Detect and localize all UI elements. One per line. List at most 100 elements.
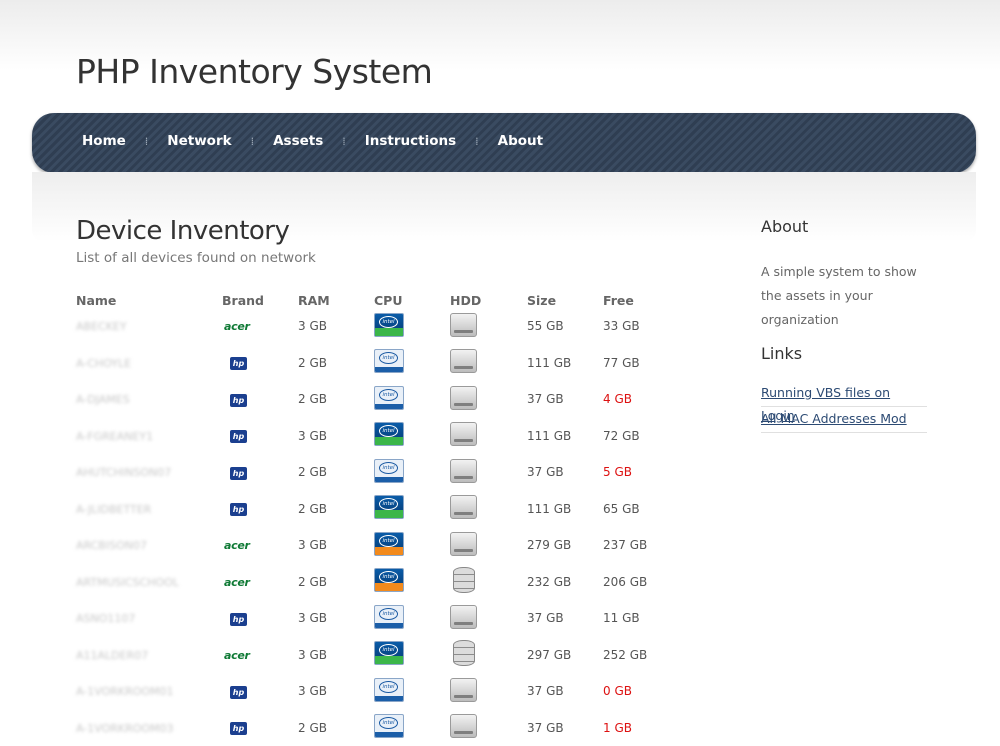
- free-cell: 11 GB: [603, 611, 640, 626]
- device-name-cell: A-CHOYLE: [76, 345, 222, 382]
- hp-logo-icon: hp: [230, 357, 247, 371]
- table-row: A-JLIDBETTER hp 2 GB intel 111 GB 65 GB: [76, 491, 673, 528]
- intel-logo-icon: intel: [379, 680, 398, 693]
- intel-logo-icon: intel: [379, 388, 398, 401]
- table-row: ARCBISON07 acer 3 GB intel 279 GB 237 GB: [76, 527, 673, 564]
- intel-pentium-icon: intel: [374, 458, 404, 483]
- site-title: PHP Inventory System: [76, 52, 433, 91]
- table-row: A-DJAMES hp 2 GB intel 37 GB 4 GB: [76, 381, 673, 418]
- hdd-cell: [450, 673, 527, 710]
- size-cell: 111 GB: [527, 355, 572, 370]
- cpu-badge-stripe: [375, 476, 403, 482]
- free-cell: 237 GB: [603, 538, 648, 553]
- device-name-cell: AHUTCHINSON07: [76, 454, 222, 491]
- hard-drive-icon: [450, 531, 477, 556]
- nav-instructions[interactable]: Instructions: [365, 133, 456, 149]
- device-name: A-1VORKROOM03: [76, 721, 174, 735]
- table-row: A11ALDER07 acer 3 GB intel 297 GB 252 GB: [76, 637, 673, 674]
- link-mac-addresses[interactable]: All MAC Addresses Mod: [761, 411, 907, 426]
- free-cell: 252 GB: [603, 647, 648, 662]
- intel-core2-icon: intel: [374, 312, 404, 337]
- intel-logo-icon: intel: [379, 315, 398, 328]
- device-name: ARCBISON07: [76, 539, 147, 553]
- ram-cell: 3 GB: [298, 428, 327, 443]
- cpu-cell: intel: [374, 600, 450, 637]
- size-cell: 37 GB: [527, 684, 564, 699]
- hp-logo-icon: hp: [230, 430, 247, 444]
- page-subtitle: List of all devices found on network: [76, 250, 316, 266]
- hard-drive-icon: [450, 677, 477, 702]
- intel-core2-icon: intel: [374, 422, 404, 447]
- hdd-cell: [450, 637, 527, 674]
- device-name: AHUTCHINSON07: [76, 466, 172, 480]
- ram-cell: 3 GB: [298, 611, 327, 626]
- page-title: Device Inventory: [76, 216, 290, 246]
- cpu-cell: intel: [374, 491, 450, 528]
- hard-drive-icon: [450, 422, 477, 447]
- hard-drive-icon: [450, 385, 477, 410]
- intel-corei3-icon: intel: [374, 531, 404, 556]
- table-row: ARTMUSICSCHOOL acer 2 GB intel 232 GB 206 GB: [76, 564, 673, 601]
- size-cell: 297 GB: [527, 647, 572, 662]
- table-row: A-FGREANEY1 hp 3 GB intel 111 GB 72 GB: [76, 418, 673, 455]
- device-name: ASNO1107: [76, 612, 136, 626]
- column-header-size: Size: [527, 292, 557, 308]
- sidebar-about-title: About: [761, 217, 809, 236]
- cpu-cell: intel: [374, 637, 450, 674]
- cpu-badge-stripe: [375, 622, 403, 628]
- intel-logo-icon: intel: [379, 425, 398, 438]
- table-header-row: Name Brand RAM CPU HDD Size Free: [76, 292, 673, 308]
- free-cell: 1 GB: [603, 720, 632, 735]
- nav-about[interactable]: About: [498, 133, 543, 149]
- size-cell: 232 GB: [527, 574, 572, 589]
- nav-home[interactable]: Home: [82, 133, 126, 149]
- cpu-cell: intel: [374, 418, 450, 455]
- hp-logo-icon: hp: [230, 722, 247, 736]
- acer-logo-icon: acer: [224, 575, 250, 589]
- device-name: A11ALDER07: [76, 648, 149, 662]
- nav-separator: ⁞: [250, 134, 255, 148]
- main-navigation: Home ⁞ Network ⁞ Assets ⁞ Instructions ⁞…: [32, 113, 976, 173]
- intel-logo-icon: intel: [379, 644, 398, 657]
- nav-separator: ⁞: [144, 134, 149, 148]
- hard-drive-icon: [450, 312, 477, 337]
- nav-assets[interactable]: Assets: [273, 133, 323, 149]
- size-cell: 37 GB: [527, 611, 564, 626]
- free-cell: 72 GB: [603, 428, 640, 443]
- ram-cell: 3 GB: [298, 319, 327, 334]
- device-name-cell: A11ALDER07: [76, 637, 222, 674]
- sidebar-about-text: A simple system to show the assets in yo…: [761, 264, 917, 327]
- cpu-badge-stripe: [375, 403, 403, 409]
- cpu-badge-stripe: [375, 546, 403, 555]
- device-name-cell: A-JLIDBETTER: [76, 491, 222, 528]
- nav-network[interactable]: Network: [167, 133, 231, 149]
- device-name: ARTMUSICSCHOOL: [76, 575, 179, 589]
- sidebar-link-item: All MAC Addresses Mod: [761, 407, 927, 433]
- cpu-cell: intel: [374, 381, 450, 418]
- device-name-cell: A-1VORKROOM01: [76, 673, 222, 710]
- brand-cell: hp: [222, 345, 298, 382]
- brand-cell: acer: [222, 527, 298, 564]
- cpu-cell: intel: [374, 308, 450, 345]
- hard-drive-icon: [450, 349, 477, 374]
- table-body: ABECKEY acer 3 GB intel 55 GB 33 GB A-CHOYLE hp…: [76, 308, 673, 746]
- hdd-cell: [450, 491, 527, 528]
- hdd-cell: [450, 381, 527, 418]
- free-cell: 77 GB: [603, 355, 640, 370]
- device-name: A-DJAMES: [76, 393, 130, 407]
- brand-cell: hp: [222, 454, 298, 491]
- intel-core2-icon: intel: [374, 641, 404, 666]
- brand-cell: acer: [222, 564, 298, 601]
- table-row: ASNO1107 hp 3 GB intel 37 GB 11 GB: [76, 600, 673, 637]
- size-cell: 111 GB: [527, 501, 572, 516]
- cpu-cell: intel: [374, 564, 450, 601]
- cpu-badge-stripe: [375, 367, 403, 373]
- free-cell: 4 GB: [603, 392, 632, 407]
- device-inventory-table: Name Brand RAM CPU HDD Size Free ABECKEY…: [76, 292, 673, 746]
- size-cell: 37 GB: [527, 392, 564, 407]
- device-name: A-CHOYLE: [76, 356, 132, 370]
- acer-logo-icon: acer: [224, 320, 250, 334]
- intel-logo-icon: intel: [379, 498, 398, 511]
- column-header-brand: Brand: [222, 292, 264, 308]
- brand-cell: acer: [222, 637, 298, 674]
